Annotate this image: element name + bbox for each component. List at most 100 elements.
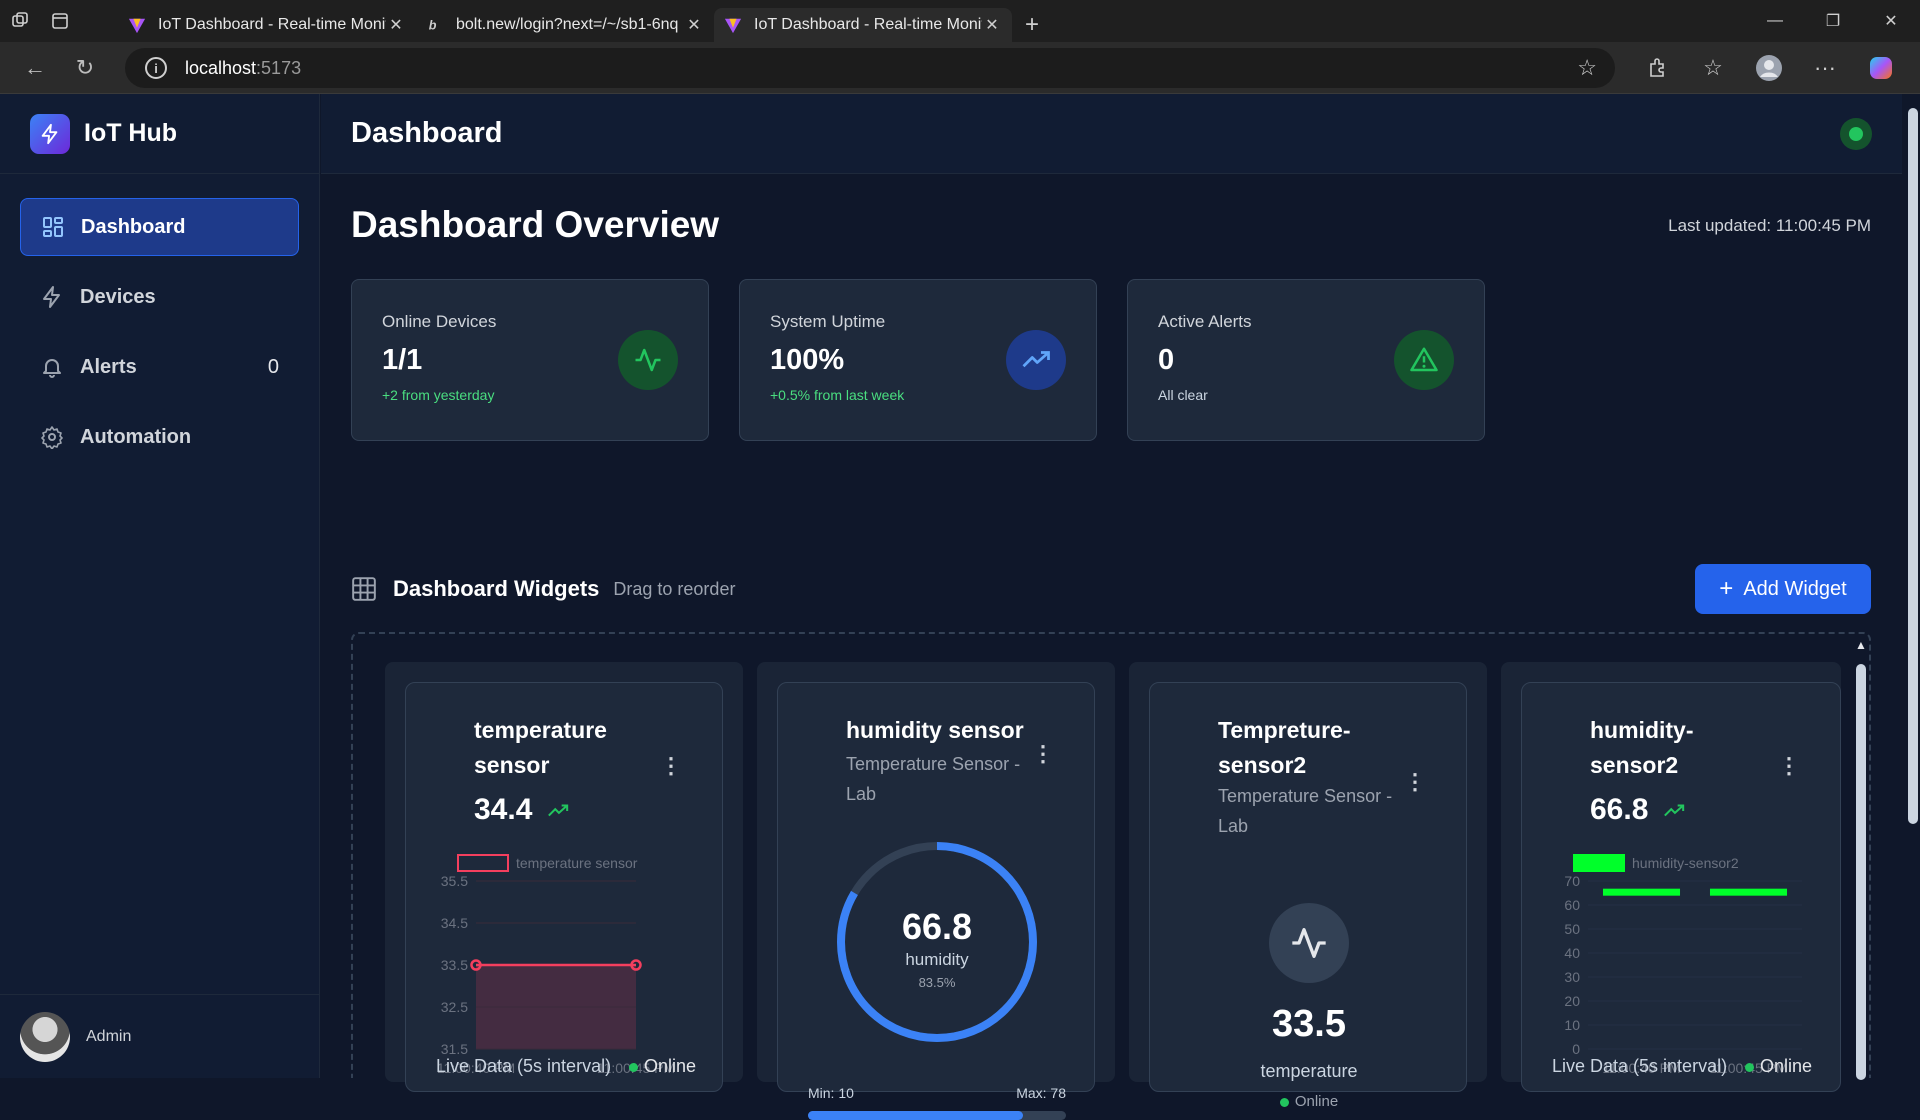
back-icon[interactable]: ← [10,42,60,94]
legend-swatch [457,854,509,872]
y-tick-label: 50 [1564,921,1580,937]
gauge-value: 66.8 [902,906,972,947]
browser-toolbar: ← ↻ i localhost:5173 ☆ ☆ ··· [0,42,1920,94]
widget-tempreture-sensor2[interactable]: Tempreture-sensor2 Temperature Sensor -L… [1149,682,1467,1110]
y-tick-label: 30 [1564,969,1580,985]
y-tick-label: 0 [1572,1041,1580,1057]
topbar: Dashboard [321,94,1920,174]
add-widget-button[interactable]: + Add Widget [1695,564,1871,614]
legend-label: temperature sensor [516,855,638,871]
range-bar [808,1111,1066,1120]
y-tick-label: 34.5 [441,915,468,931]
bell-icon [43,359,61,378]
new-tab-icon[interactable]: + [1012,8,1052,42]
y-tick-label: 33.5 [441,957,468,973]
header-title: Dashboard [351,117,503,149]
page-title: Dashboard Overview [351,204,720,245]
activity-icon [618,330,678,390]
bar [1709,888,1788,896]
reload-icon[interactable]: ↻ [60,42,110,94]
tab-iot-dashboard-2[interactable]: IoT Dashboard - Real-time Monit ✕ [714,8,1012,42]
profile-icon[interactable] [1750,49,1788,87]
widget-drop-zone: temperature sensor ⋮ 34.4 temperature sen… [351,632,1871,1120]
close-tab-icon[interactable]: ✕ [982,15,1002,35]
widgets-scrollbar[interactable]: ▲ [1851,634,1869,1080]
y-tick-label: 32.5 [441,999,468,1015]
y-tick-label: 10 [1564,1017,1580,1033]
alerts-count-badge: 0 [267,355,279,378]
y-tick-label: 35.5 [441,873,468,889]
restore-icon[interactable]: ❐ [1804,0,1862,42]
sensor-label: temperature [1260,1061,1358,1081]
widget-menu-icon[interactable]: ⋮ [660,753,682,779]
widgets-header: Dashboard Widgets Drag to reorder + Add … [351,564,1871,614]
grid-layout-icon [352,577,376,601]
y-tick-label: 31.5 [441,1041,468,1057]
alert-triangle-icon [1394,330,1454,390]
widget-temperature-sensor[interactable]: temperature sensor ⋮ 34.4 temperature sen… [405,682,723,1092]
widget-slot[interactable]: temperature sensor ⋮ 34.4 temperature sen… [385,662,743,1092]
gauge-percent: 83.5% [919,975,956,990]
online-status-dot [1279,1097,1289,1107]
bolt-favicon-icon: b [429,19,437,33]
bolt-icon [43,286,60,308]
widget-slot[interactable]: Tempreture-sensor2 Temperature Sensor -L… [1129,662,1487,1110]
widget-slot[interactable]: humidity sensor Temperature Sensor - Lab … [757,662,1115,1120]
page-scrollbar[interactable] [1902,94,1920,1078]
widget-humidity-sensor[interactable]: humidity sensor Temperature Sensor - Lab … [777,682,1095,1120]
y-tick-label: 70 [1564,873,1580,889]
widget-humidity-sensor2[interactable]: humidity-sensor2 ⋮ 66.8 humidity-sensor2… [1521,682,1841,1092]
grid-icon [43,217,63,237]
browser-tools: ☆ ··· [1638,42,1900,94]
sidebar-item-dashboard[interactable]: Dashboard [20,198,299,256]
svg-text:b: b [429,19,437,33]
sidebar-item-alerts[interactable]: Alerts 0 [20,338,299,396]
last-updated: Last updated: 11:00:45 PM [1668,216,1871,235]
gear-icon [41,426,63,449]
widget-menu-icon[interactable]: ⋮ [1032,741,1054,767]
sidebar-item-automation[interactable]: Automation [20,408,299,466]
sidebar-nav: Dashboard Devices Alerts 0 Automation [0,174,319,502]
workspaces-icon[interactable] [0,0,40,42]
sidebar: IoT Hub Dashboard Devices Alerts 0 Autom… [0,94,320,1078]
site-info-icon[interactable]: i [145,57,167,79]
user-profile[interactable]: Admin [0,994,320,1078]
widget-menu-icon[interactable]: ⋮ [1778,753,1800,779]
y-tick-label: 20 [1564,993,1580,1009]
tab-actions-icon[interactable] [40,0,80,42]
online-status-dot [628,1062,638,1072]
address-bar[interactable]: i localhost:5173 ☆ [125,48,1615,88]
more-icon[interactable]: ··· [1806,49,1844,87]
widget-menu-icon[interactable]: ⋮ [1404,769,1426,795]
tab-bolt[interactable]: b bolt.new/login?next=/~/sb1-6nq ✕ [416,8,714,42]
main-content: Dashboard Overview Last updated: 11:00:4… [351,174,1871,1120]
activity-icon [1269,903,1349,983]
scroll-up-icon[interactable]: ▲ [1855,638,1867,652]
close-window-icon[interactable]: ✕ [1862,0,1920,42]
widget-slot[interactable]: humidity-sensor2 ⋮ 66.8 humidity-sensor2… [1501,662,1841,1092]
humidity-chart: humidity-sensor270605040302010011:00:40 … [1564,854,1802,1076]
copilot-icon[interactable] [1862,49,1900,87]
range-fill [808,1111,1024,1120]
close-tab-icon[interactable]: ✕ [684,15,704,35]
tab-iot-dashboard-1[interactable]: IoT Dashboard - Real-time Monit ✕ [118,8,416,42]
favorites-icon[interactable]: ☆ [1694,49,1732,87]
avatar [20,1011,70,1062]
favorite-star-icon[interactable]: ☆ [1577,55,1597,81]
temperature-chart: temperature sensor35.534.533.532.531.511… [437,854,675,1076]
stat-card-system-uptime: System Uptime 100% +0.5% from last week [739,279,1097,441]
legend-swatch [1573,854,1625,872]
brand[interactable]: IoT Hub [0,94,319,174]
sidebar-item-devices[interactable]: Devices [20,268,299,326]
trending-up-icon [547,804,568,817]
extensions-icon[interactable] [1638,49,1676,87]
close-tab-icon[interactable]: ✕ [386,15,406,35]
scrollbar-thumb[interactable] [1856,664,1866,1080]
page-scrollbar-thumb[interactable] [1908,108,1918,824]
bolt-logo-icon [30,113,70,154]
minimize-icon[interactable]: — [1746,0,1804,42]
app: IoT Hub Dashboard Devices Alerts 0 Autom… [0,94,1920,1120]
vite-icon [128,18,146,34]
trending-up-icon [1663,804,1684,817]
y-tick-label: 40 [1564,945,1580,961]
